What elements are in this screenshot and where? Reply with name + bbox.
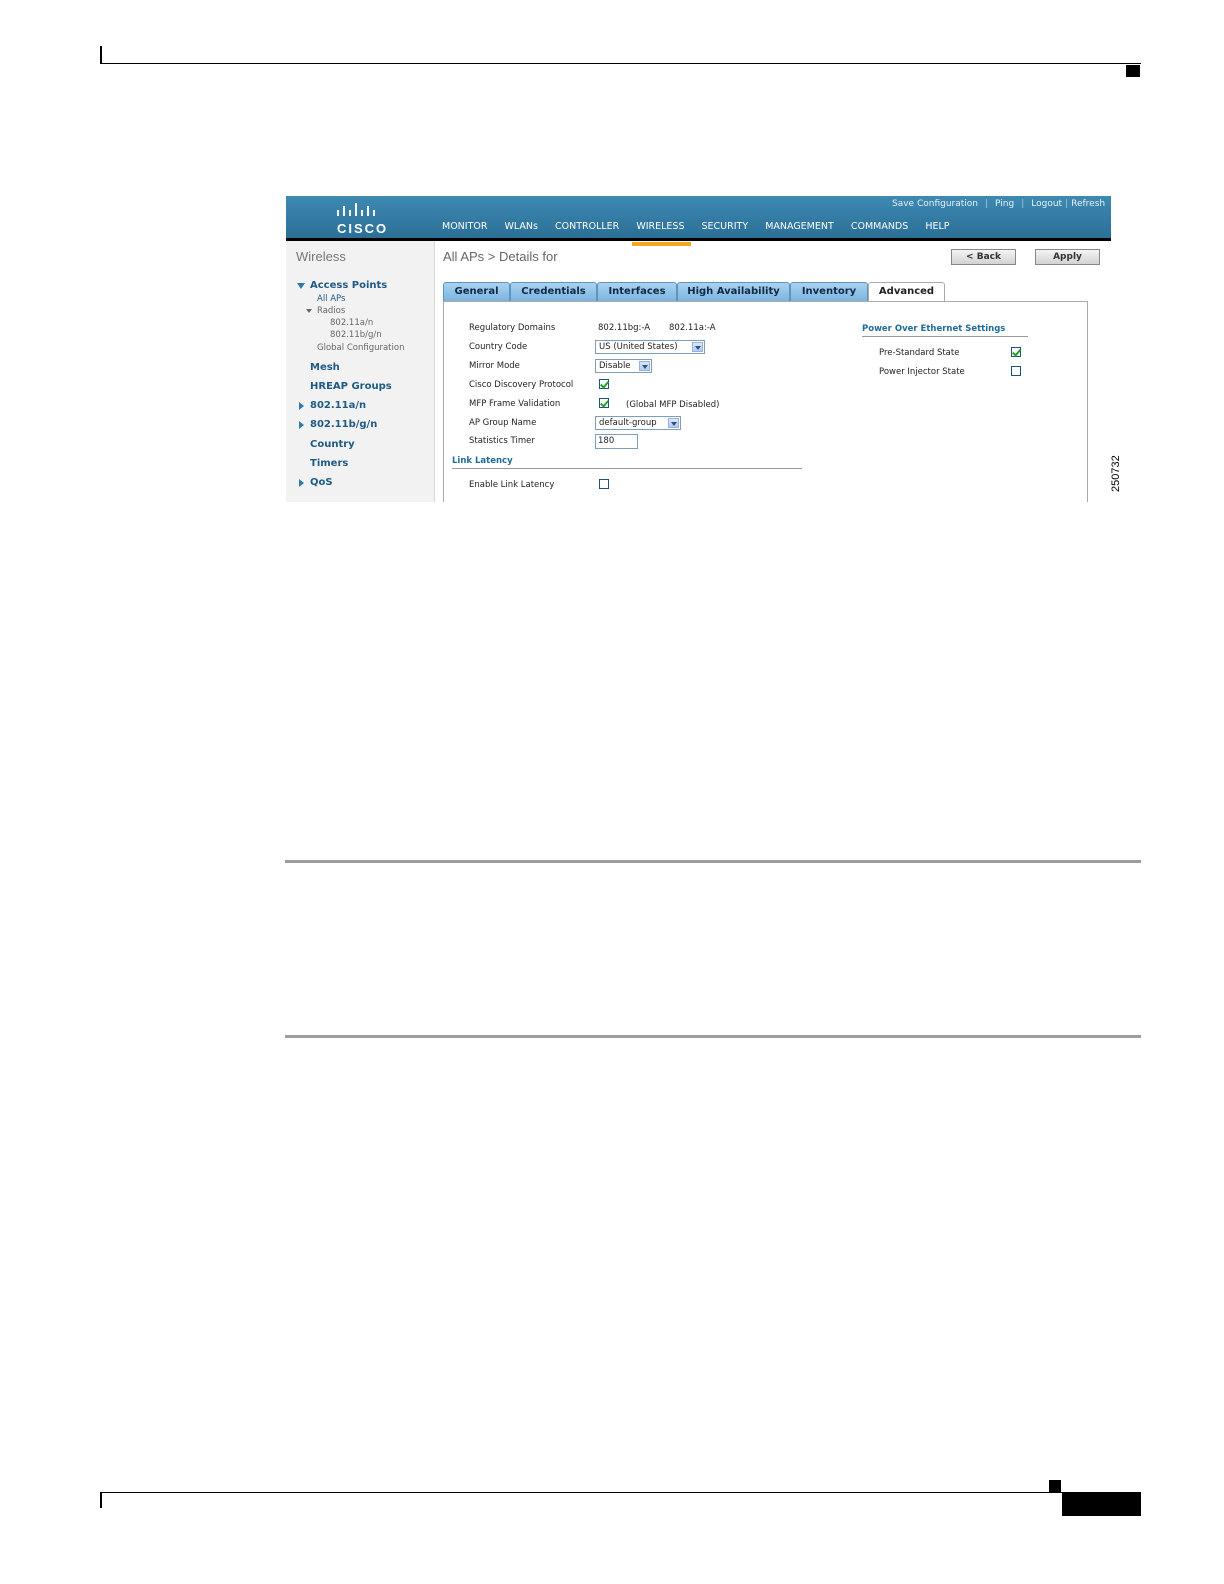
nav-wireless[interactable]: WIRELESS [632,221,692,246]
expand-right-icon[interactable] [299,421,304,429]
expand-down-icon[interactable] [297,283,305,289]
divider-rule [285,1035,1141,1038]
sidebar-item-802-11bg[interactable]: 802.11b/g/n [310,419,377,430]
page-title: All APs > Details for [443,249,558,264]
sidebar-item-radio-a[interactable]: 802.11a/n [330,318,373,328]
separator: | [1065,199,1069,209]
sidebar-item-radio-bg[interactable]: 802.11b/g/n [330,330,382,340]
mirror-mode-value: Disable [599,361,631,371]
header-marker [1126,65,1140,77]
sidebar-item-hreap-groups[interactable]: HREAP Groups [310,381,392,392]
cdp-label: Cisco Discovery Protocol [469,380,574,390]
sidebar-title: Wireless [296,249,346,264]
figure-number: 250732 [1110,455,1122,492]
utility-links: Save Configuration | Ping | Logout | Refresh [892,199,1105,209]
statistics-timer-label: Statistics Timer [469,436,535,446]
regulatory-bg-value: 802.11bg:-A [598,323,651,333]
cdp-checkbox[interactable] [599,379,609,389]
save-configuration-link[interactable]: Save Configuration [892,199,978,209]
tab-general[interactable]: General [443,282,510,301]
nav-help[interactable]: HELP [925,221,949,235]
section-divider [862,336,1028,337]
refresh-link[interactable]: Refresh [1071,199,1105,209]
separator: | [1021,199,1025,209]
tab-interfaces[interactable]: Interfaces [597,282,677,301]
sidebar-item-country[interactable]: Country [310,439,355,450]
chevron-down-icon [639,361,650,371]
apply-button[interactable]: Apply [1035,249,1100,265]
cisco-logo: CISCO [332,201,392,236]
tab-inventory[interactable]: Inventory [790,282,868,301]
enable-link-latency-checkbox[interactable] [599,479,609,489]
sidebar-item-all-aps[interactable]: All APs [317,294,345,304]
separator: | [985,199,989,209]
document-page: CISCO Save Configuration | Ping | Logout | Ref… [0,0,1224,1584]
mfp-note: (Global MFP Disabled) [626,400,720,410]
tab-advanced[interactable]: Advanced [868,282,945,302]
country-code-select[interactable]: US (United States) [595,340,705,354]
section-divider [452,468,802,469]
pre-standard-label: Pre-Standard State [879,348,960,358]
nav-monitor[interactable]: MONITOR [442,221,487,235]
chevron-down-icon [668,418,679,428]
sidebar-item-global-configuration[interactable]: Global Configuration [317,343,404,353]
nav-security[interactable]: SECURITY [702,221,749,235]
enable-link-latency-label: Enable Link Latency [469,480,555,490]
ap-group-select[interactable]: default-group [595,416,681,430]
ping-link[interactable]: Ping [995,199,1014,209]
footer-tick [100,1492,102,1508]
header-rule [100,63,1141,64]
wlc-screenshot: CISCO Save Configuration | Ping | Logout | Ref… [286,196,1111,502]
sidebar-item-mesh[interactable]: Mesh [310,362,340,373]
main-nav: MONITOR WLANs CONTROLLER WIRELESS SECURI… [442,221,964,246]
back-button[interactable]: < Back [951,249,1016,265]
statistics-timer-input[interactable]: 180 [595,434,638,449]
tab-credentials[interactable]: Credentials [510,282,597,301]
page-number-box [1062,1492,1141,1516]
nav-commands[interactable]: COMMANDS [851,221,908,235]
footer-rule [100,1492,1141,1493]
header-tick [100,46,102,64]
sidebar-item-access-points[interactable]: Access Points [310,280,387,291]
mfp-label: MFP Frame Validation [469,399,561,409]
ap-group-value: default-group [599,418,657,428]
pre-standard-checkbox[interactable] [1011,347,1021,357]
sidebar-item-qos[interactable]: QoS [310,477,333,488]
logout-link[interactable]: Logout [1031,199,1062,209]
sidebar: Wireless Access Points All APs Radios 80… [286,241,435,502]
expand-right-icon[interactable] [299,479,304,487]
top-bar: CISCO Save Configuration | Ping | Logout | Ref… [286,196,1111,246]
power-injector-checkbox[interactable] [1011,366,1021,376]
expand-right-icon[interactable] [299,402,304,410]
regulatory-a-value: 802.11a:-A [669,323,716,333]
mfp-checkbox[interactable] [599,398,609,408]
ap-group-label: AP Group Name [469,418,537,428]
divider-rule [285,860,1141,863]
sidebar-item-802-11a[interactable]: 802.11a/n [310,400,366,411]
link-latency-section: Link Latency [452,456,513,466]
poe-section: Power Over Ethernet Settings [862,324,1006,334]
sidebar-item-timers[interactable]: Timers [310,458,348,469]
country-code-label: Country Code [469,342,528,352]
nav-wlans[interactable]: WLANs [505,221,538,235]
tab-high-availability[interactable]: High Availability [677,282,790,301]
nav-management[interactable]: MANAGEMENT [765,221,834,235]
advanced-panel: Regulatory Domains 802.11bg:-A 802.11a:-… [443,301,1088,502]
nav-controller[interactable]: CONTROLLER [555,221,619,235]
footer-marker [1049,1480,1061,1492]
mirror-mode-select[interactable]: Disable [595,359,652,373]
mirror-mode-label: Mirror Mode [469,361,520,371]
expand-down-icon[interactable] [306,309,312,313]
logo-text: CISCO [337,221,389,236]
power-injector-label: Power Injector State [879,367,965,377]
cisco-bridge-icon [337,203,375,216]
chevron-down-icon [692,342,703,352]
regulatory-domains-label: Regulatory Domains [469,323,556,333]
sidebar-item-radios[interactable]: Radios [317,306,345,316]
country-code-value: US (United States) [599,342,678,352]
